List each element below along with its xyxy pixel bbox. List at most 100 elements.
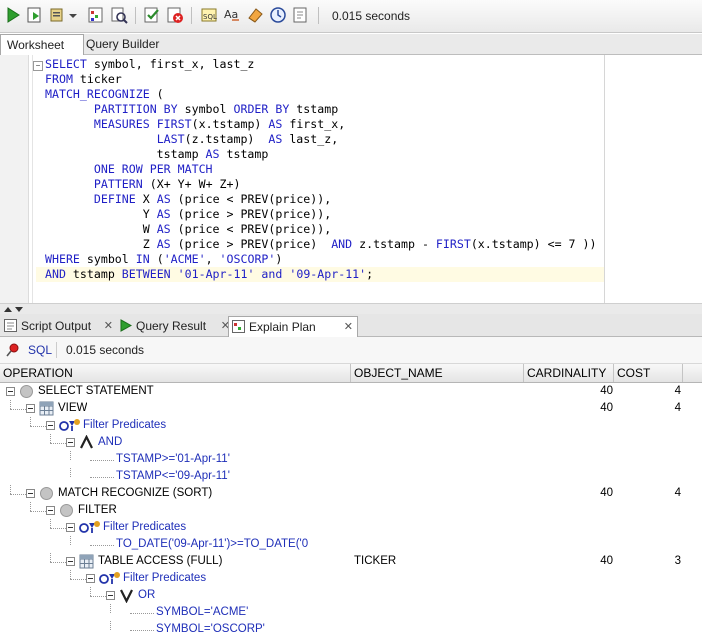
plan-row[interactable]: TSTAMP>='01-Apr-11': [0, 451, 702, 468]
tree-guide-line: [50, 443, 66, 444]
plan-row[interactable]: FILTER: [0, 502, 702, 519]
tab-query-result[interactable]: Query Result ✕: [116, 316, 234, 336]
collapse-toggle-icon[interactable]: [46, 506, 55, 515]
commit-icon[interactable]: [143, 6, 161, 24]
operation-label: VIEW: [58, 402, 88, 414]
splitter-arrows-icon[interactable]: [3, 305, 25, 313]
tab-explain-plan[interactable]: Explain Plan ✕: [228, 316, 358, 337]
plan-node-circle-icon: [39, 486, 54, 501]
plan-row[interactable]: AND: [0, 434, 702, 451]
plan-row[interactable]: SYMBOL='OSCORP': [0, 621, 702, 638]
cardinality-cell: 40: [600, 402, 613, 414]
sql-text: symbol, first_x, last_z: [86, 57, 255, 71]
plan-row[interactable]: Filter Predicates: [0, 519, 702, 536]
code-line[interactable]: SELECT symbol, first_x, last_z: [45, 57, 596, 72]
code-text[interactable]: SELECT symbol, first_x, last_z FROM ticke…: [45, 57, 596, 282]
format-icon[interactable]: Aa: [223, 6, 241, 24]
collapse-toggle-icon[interactable]: [106, 591, 115, 600]
collapse-toggle-icon[interactable]: [66, 438, 75, 447]
tab-worksheet[interactable]: Worksheet: [0, 34, 84, 55]
run-statement-icon[interactable]: [4, 6, 22, 24]
sql-keyword: and: [261, 267, 283, 281]
toolbar-separator: [191, 7, 192, 24]
sql-tuning-icon[interactable]: [110, 6, 128, 24]
plan-node-circle-icon: [19, 384, 34, 399]
column-header-operation[interactable]: OPERATION: [0, 364, 351, 382]
plan-row[interactable]: MATCH RECOGNIZE (SORT) 40 4: [0, 485, 702, 502]
plan-row[interactable]: SYMBOL='ACME': [0, 604, 702, 621]
and-operator-icon: [79, 434, 94, 450]
elapsed-time: 0.015 seconds: [66, 343, 145, 357]
tree-connector: [90, 460, 114, 461]
plan-row[interactable]: VIEW 40 4: [0, 400, 702, 417]
code-line[interactable]: W AS (price < PREV(price)),: [45, 222, 596, 237]
dropdown-arrow-icon[interactable]: [68, 6, 78, 24]
tree-guide-line: [70, 468, 71, 477]
collapse-toggle-icon[interactable]: [26, 489, 35, 498]
sql-monitor-icon[interactable]: SQL: [200, 6, 218, 24]
plan-row[interactable]: Filter Predicates: [0, 417, 702, 434]
code-line[interactable]: FROM ticker: [45, 72, 596, 87]
sql-keyword: BETWEEN: [121, 267, 171, 281]
sql-text: (price > PREV(price): [170, 237, 332, 251]
explain-plan-tab-icon: [232, 320, 245, 333]
code-line[interactable]: WHERE symbol IN ('ACME', 'OSCORP'): [45, 252, 596, 267]
code-line[interactable]: ONE ROW PER MATCH: [45, 162, 596, 177]
pin-icon[interactable]: [6, 343, 20, 357]
plan-row[interactable]: TSTAMP<='09-Apr-11': [0, 468, 702, 485]
history-icon[interactable]: [269, 6, 287, 24]
collapse-toggle-icon[interactable]: [26, 404, 35, 413]
column-header-object-name[interactable]: OBJECT_NAME: [351, 364, 524, 382]
collapse-toggle-icon[interactable]: [6, 387, 15, 396]
sql-keyword: FIRST: [156, 117, 192, 131]
filter-predicates-icon: [79, 520, 100, 535]
operation-label: TSTAMP>='01-Apr-11': [116, 453, 230, 465]
rollback-icon[interactable]: [166, 6, 184, 24]
code-line[interactable]: Z AS (price > PREV(price) AND z.tstamp -…: [45, 237, 597, 252]
code-line[interactable]: Y AS (price > PREV(price)),: [45, 207, 596, 222]
code-line[interactable]: MATCH_RECOGNIZE (: [45, 87, 596, 102]
plan-grid-header: OPERATION OBJECT_NAME CARDINALITY COST: [0, 364, 702, 383]
code-line[interactable]: DEFINE X AS (price < PREV(price)),: [45, 192, 596, 207]
cost-cell: 3: [674, 555, 681, 567]
code-line[interactable]: PARTITION BY symbol ORDER BY tstamp: [45, 102, 596, 117]
sql-keyword: AND: [331, 237, 353, 251]
tree-guide-line: [70, 536, 71, 545]
sql-link[interactable]: SQL: [28, 343, 52, 357]
unshared-worksheet-icon[interactable]: [292, 6, 310, 24]
plan-row[interactable]: TO_DATE('09-Apr-11')>=TO_DATE('0: [0, 536, 702, 553]
sql-keyword: AS: [156, 222, 171, 236]
operation-label: Filter Predicates: [123, 572, 207, 584]
code-line[interactable]: AND tstamp BETWEEN '01-Apr-11' and '09-A…: [45, 267, 596, 282]
collapse-toggle-icon[interactable]: [66, 557, 75, 566]
code-line[interactable]: tstamp AS tstamp: [45, 147, 596, 162]
tab-query-builder[interactable]: Query Builder: [80, 34, 165, 54]
explain-status-bar: SQL 0.015 seconds: [0, 337, 702, 364]
tree-guide-line: [50, 562, 66, 563]
explain-plan-icon[interactable]: [87, 6, 105, 24]
fold-toggle-icon[interactable]: −: [33, 61, 43, 71]
plan-row[interactable]: OR: [0, 587, 702, 604]
column-header-cardinality[interactable]: CARDINALITY: [524, 364, 614, 382]
run-script-icon[interactable]: [26, 6, 44, 24]
close-icon[interactable]: ✕: [104, 316, 113, 336]
collapse-toggle-icon[interactable]: [66, 523, 75, 532]
plan-row[interactable]: Filter Predicates: [0, 570, 702, 587]
code-line[interactable]: PATTERN (X+ Y+ W+ Z+): [45, 177, 596, 192]
close-icon[interactable]: ✕: [344, 317, 353, 337]
column-header-cost[interactable]: COST: [614, 364, 683, 382]
code-line[interactable]: LAST(z.tstamp) AS last_z,: [45, 132, 596, 147]
code-line[interactable]: MEASURES FIRST(x.tstamp) AS first_x,: [45, 117, 596, 132]
sql-editor[interactable]: − SELECT symbol, first_x, last_z FROM tic…: [0, 55, 702, 303]
plan-row[interactable]: SELECT STATEMENT 40 4: [0, 383, 702, 400]
collapse-toggle-icon[interactable]: [46, 421, 55, 430]
sql-keyword: PARTITION BY: [93, 102, 178, 116]
collapse-toggle-icon[interactable]: [86, 574, 95, 583]
tree-guide-line: [10, 494, 26, 495]
tab-script-output[interactable]: Script Output ✕: [1, 316, 117, 336]
plan-row[interactable]: TABLE ACCESS (FULL) TICKER 40 3: [0, 553, 702, 570]
tree-guide-line: [50, 519, 51, 528]
autotrace-icon[interactable]: [49, 6, 67, 24]
eraser-icon[interactable]: [246, 6, 264, 24]
